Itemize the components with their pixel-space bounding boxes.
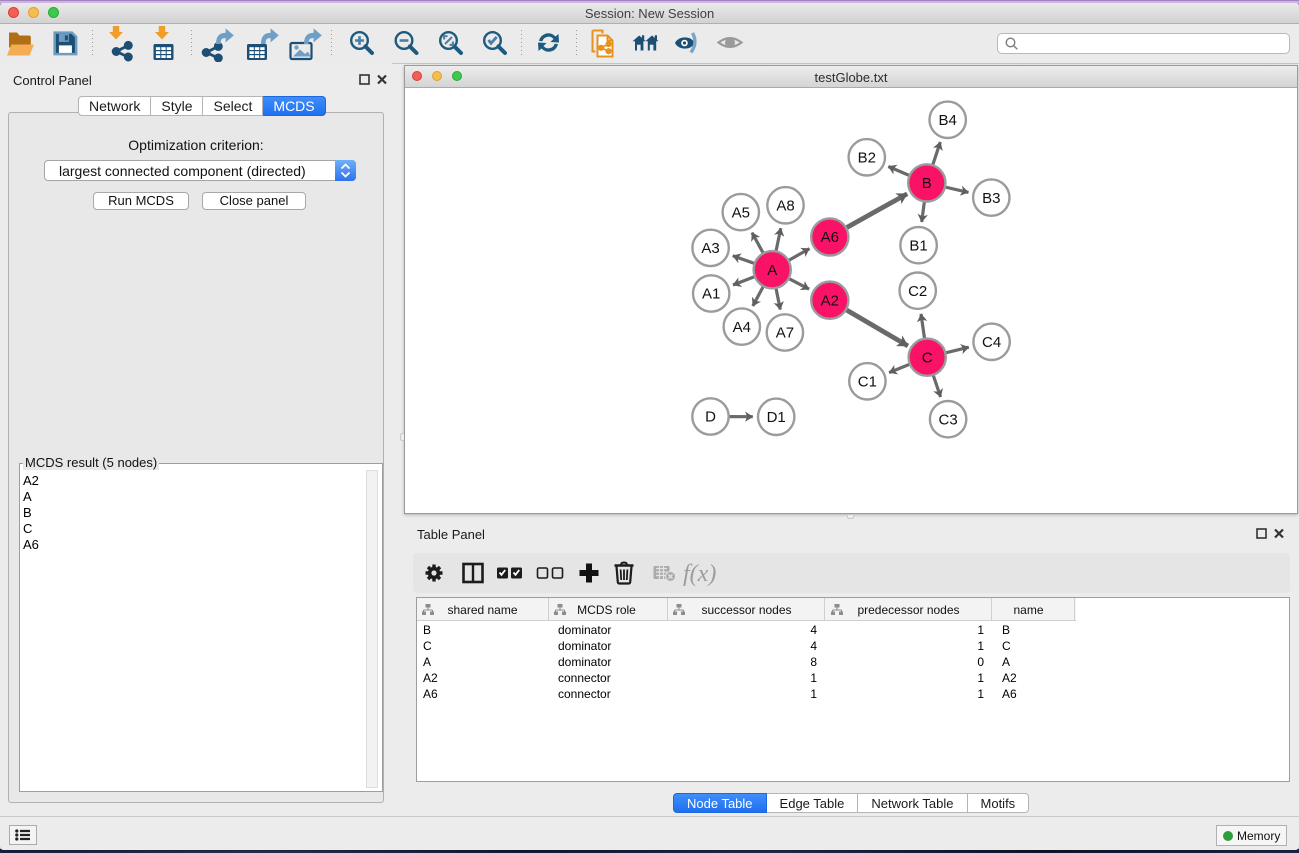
svg-text:C2: C2: [908, 283, 927, 300]
svg-text:C3: C3: [939, 411, 958, 428]
svg-text:B3: B3: [982, 190, 1000, 207]
svg-text:f(x): f(x): [683, 561, 716, 587]
svg-text:A: A: [767, 262, 777, 279]
svg-text:A1: A1: [702, 286, 720, 303]
svg-text:A3: A3: [701, 240, 719, 257]
svg-text:D: D: [705, 409, 716, 426]
svg-text:A2: A2: [821, 292, 839, 309]
svg-text:B2: B2: [858, 150, 876, 167]
svg-text:B4: B4: [939, 112, 957, 129]
svg-text:D1: D1: [767, 409, 786, 426]
svg-text:C1: C1: [858, 374, 877, 391]
svg-text:B: B: [922, 175, 932, 192]
svg-text:B1: B1: [909, 237, 927, 254]
svg-text:A4: A4: [733, 319, 751, 336]
svg-text:A5: A5: [732, 204, 750, 221]
svg-text:A6: A6: [821, 229, 839, 246]
svg-text:C4: C4: [982, 334, 1001, 351]
svg-text:A7: A7: [776, 325, 794, 342]
svg-text:C: C: [922, 349, 933, 366]
svg-text:A8: A8: [776, 198, 794, 215]
